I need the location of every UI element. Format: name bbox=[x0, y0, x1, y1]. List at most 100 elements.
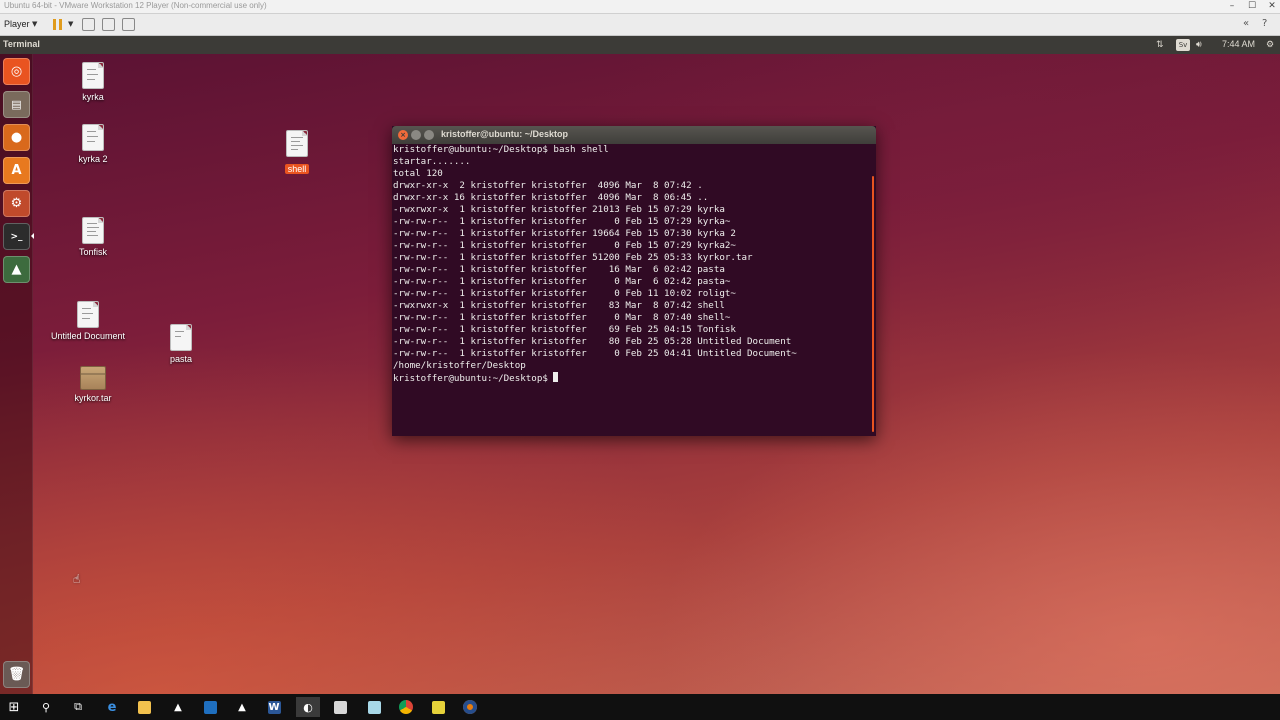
software-center-icon[interactable]: A bbox=[3, 157, 30, 184]
terminal-prompt: kristoffer@ubuntu:~/Desktop$ bbox=[393, 373, 548, 384]
terminal-icon[interactable]: >_ bbox=[3, 223, 30, 250]
terminal-line: -rw-rw-r-- 1 kristoffer kristoffer 0 Feb… bbox=[393, 216, 731, 227]
terminal-line: -rw-rw-r-- 1 kristoffer kristoffer 69 Fe… bbox=[393, 324, 736, 335]
app-icon[interactable]: ▲ bbox=[166, 697, 190, 717]
pause-vm-button[interactable] bbox=[53, 19, 63, 30]
running-indicator-icon bbox=[31, 233, 34, 239]
vmware-toolbar: Player ▼ ▼ « ? bbox=[0, 14, 1280, 36]
archive-icon bbox=[80, 366, 106, 390]
trash-icon[interactable]: 🗑︎ bbox=[3, 661, 30, 688]
terminal-scrollbar[interactable] bbox=[872, 176, 874, 432]
desktop-icon-pasta[interactable]: pasta bbox=[136, 324, 226, 364]
outlook-icon[interactable] bbox=[198, 697, 222, 717]
unity-launcher: ◎ ▤ ● A ⚙ >_ ▲ 🗑︎ bbox=[0, 54, 34, 694]
desktop-icon-label: kyrka 2 bbox=[78, 154, 108, 164]
desktop-icon-kyrka[interactable]: kyrka bbox=[48, 62, 138, 102]
edge-icon[interactable]: e bbox=[100, 697, 124, 717]
vmware-title-bar: Ubuntu 64-bit - VMware Workstation 12 Pl… bbox=[0, 0, 1280, 14]
terminal-line: -rw-rw-r-- 1 kristoffer kristoffer 16 Ma… bbox=[393, 264, 725, 275]
terminal-line: -rw-rw-r-- 1 kristoffer kristoffer 0 Feb… bbox=[393, 288, 736, 299]
terminal-line: -rw-rw-r-- 1 kristoffer kristoffer 51200… bbox=[393, 252, 753, 263]
unity-mode-icon[interactable] bbox=[122, 18, 135, 31]
player-menu[interactable]: Player bbox=[4, 19, 30, 29]
app-icon[interactable] bbox=[426, 697, 450, 717]
desktop-icon-label: kyrkor.tar bbox=[74, 393, 112, 403]
text-file-icon bbox=[82, 62, 104, 89]
terminal-line: total 120 bbox=[393, 168, 443, 179]
desktop-icon-kyrkor-tar[interactable]: kyrkor.tar bbox=[48, 366, 138, 403]
maximize-icon[interactable] bbox=[424, 130, 434, 140]
terminal-cursor bbox=[552, 372, 558, 382]
terminal-line: drwxr-xr-x 16 kristoffer kristoffer 4096… bbox=[393, 192, 709, 203]
terminal-line: -rw-rw-r-- 1 kristoffer kristoffer 0 Mar… bbox=[393, 276, 731, 287]
terminal-line: -rw-rw-r-- 1 kristoffer kristoffer 80 Fe… bbox=[393, 336, 792, 347]
desktop-icon-shell[interactable]: shell bbox=[252, 130, 342, 176]
chrome-icon[interactable] bbox=[394, 697, 418, 717]
start-button[interactable]: ⊞ bbox=[2, 697, 26, 717]
app-icon[interactable] bbox=[362, 697, 386, 717]
network-icon[interactable]: ⇅ bbox=[1156, 39, 1164, 50]
send-ctrl-alt-del-icon[interactable] bbox=[82, 18, 95, 31]
help-icon[interactable]: ? bbox=[1262, 18, 1267, 29]
desktop-icon-label: pasta bbox=[169, 354, 193, 364]
desktop-icon-label: shell bbox=[284, 164, 310, 174]
terminal-prompt-line[interactable]: kristoffer@ubuntu:~/Desktop$ bbox=[393, 372, 871, 384]
close-icon[interactable]: × bbox=[398, 130, 408, 140]
word-icon[interactable]: W bbox=[262, 697, 286, 717]
text-file-icon bbox=[77, 301, 99, 328]
software-updater-icon[interactable]: ▲ bbox=[3, 256, 30, 283]
terminal-window-title: kristoffer@ubuntu: ~/Desktop bbox=[441, 129, 569, 139]
text-file-icon bbox=[82, 124, 104, 151]
clock[interactable]: 7:44 AM bbox=[1222, 39, 1255, 49]
blender-icon[interactable] bbox=[458, 697, 482, 717]
app-icon[interactable] bbox=[328, 697, 352, 717]
search-icon[interactable]: ⚲ bbox=[34, 697, 58, 717]
hand-cursor-icon: ☝ bbox=[73, 572, 81, 586]
back-icon[interactable]: « bbox=[1243, 18, 1249, 29]
file-explorer-icon[interactable] bbox=[132, 697, 156, 717]
terminal-line: drwxr-xr-x 2 kristoffer kristoffer 4096 … bbox=[393, 180, 703, 191]
windows-taskbar: ⊞ ⚲ ⧉ e ▲ ▲ W ◐ bbox=[0, 694, 1280, 720]
vmware-window-title: Ubuntu 64-bit - VMware Workstation 12 Pl… bbox=[4, 1, 267, 10]
terminal-line: -rwxrwxr-x 1 kristoffer kristoffer 21013… bbox=[393, 204, 725, 215]
dash-home-icon[interactable]: ◎ bbox=[3, 58, 30, 85]
firefox-icon[interactable]: ● bbox=[3, 124, 30, 151]
terminal-window[interactable]: × kristoffer@ubuntu: ~/Desktop kristoffe… bbox=[392, 126, 876, 436]
text-file-icon bbox=[82, 217, 104, 244]
terminal-line: -rw-rw-r-- 1 kristoffer kristoffer 0 Mar… bbox=[393, 312, 731, 323]
terminal-line: /home/kristoffer/Desktop bbox=[393, 360, 526, 371]
close-window-button[interactable]: ✕ bbox=[1262, 0, 1280, 14]
text-file-icon bbox=[170, 324, 192, 351]
terminal-output[interactable]: kristoffer@ubuntu:~/Desktop$ bash shell … bbox=[393, 144, 871, 434]
chevron-down-icon[interactable]: ▼ bbox=[32, 20, 37, 28]
ubuntu-top-panel: Terminal ⇅ Sv 🔊︎ 7:44 AM ⚙ bbox=[0, 36, 1280, 54]
desktop-icon-kyrka-2[interactable]: kyrka 2 bbox=[48, 124, 138, 164]
maximize-window-button[interactable]: ☐ bbox=[1242, 0, 1262, 14]
minimize-icon[interactable] bbox=[411, 130, 421, 140]
vmware-taskbar-icon[interactable]: ◐ bbox=[296, 697, 320, 717]
chevron-down-icon[interactable]: ▼ bbox=[68, 20, 73, 28]
gear-icon[interactable]: ⚙ bbox=[1266, 39, 1274, 50]
minimize-window-button[interactable]: – bbox=[1222, 0, 1242, 14]
files-icon[interactable]: ▤ bbox=[3, 91, 30, 118]
desktop-icon-tonfisk[interactable]: Tonfisk bbox=[48, 217, 138, 257]
terminal-line: -rw-rw-r-- 1 kristoffer kristoffer 19664… bbox=[393, 228, 736, 239]
terminal-line: -rw-rw-r-- 1 kristoffer kristoffer 0 Feb… bbox=[393, 240, 736, 251]
desktop-icon-untitled-document[interactable]: Untitled Document bbox=[43, 301, 133, 341]
active-app-name: Terminal bbox=[3, 39, 40, 49]
desktop-icon-label: Untitled Document bbox=[50, 331, 126, 341]
fullscreen-icon[interactable] bbox=[102, 18, 115, 31]
system-settings-icon[interactable]: ⚙ bbox=[3, 190, 30, 217]
desktop-icon-label: Tonfisk bbox=[78, 247, 107, 257]
task-view-icon[interactable]: ⧉ bbox=[66, 697, 90, 717]
terminal-line: -rwxrwxr-x 1 kristoffer kristoffer 83 Ma… bbox=[393, 300, 725, 311]
app-icon[interactable]: ▲ bbox=[230, 697, 254, 717]
terminal-line: startar....... bbox=[393, 156, 471, 167]
terminal-line: -rw-rw-r-- 1 kristoffer kristoffer 0 Feb… bbox=[393, 348, 797, 359]
desktop-icon-label: kyrka bbox=[82, 92, 104, 102]
terminal-title-bar[interactable]: × kristoffer@ubuntu: ~/Desktop bbox=[392, 126, 876, 144]
keyboard-layout-indicator[interactable]: Sv bbox=[1176, 39, 1190, 51]
terminal-line: kristoffer@ubuntu:~/Desktop$ bash shell bbox=[393, 144, 609, 155]
volume-icon[interactable]: 🔊︎ bbox=[1196, 39, 1202, 50]
script-file-icon bbox=[286, 130, 308, 157]
